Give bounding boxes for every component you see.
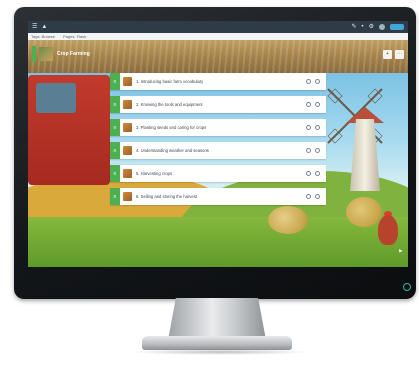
edit-icon[interactable]: ✎	[351, 24, 356, 30]
lesson-actions	[306, 125, 326, 130]
course-status-strip	[32, 46, 36, 62]
more-button[interactable]: ⋯	[395, 49, 404, 59]
lesson-thumb-icon	[123, 146, 132, 155]
drag-handle-icon[interactable]: ≡	[110, 188, 120, 205]
lesson-title[interactable]: 5. Harvesting crops	[136, 171, 172, 176]
course-header: Crop Farming + ⋯	[32, 46, 404, 62]
settings-icon[interactable]: ⚙	[369, 24, 374, 30]
list-item[interactable]: ≡ 5. Harvesting crops	[110, 165, 326, 182]
lesson-thumb-icon	[123, 123, 132, 132]
view-icon[interactable]	[306, 148, 311, 153]
lesson-actions	[306, 171, 326, 176]
add-button[interactable]: +	[383, 49, 392, 59]
home-icon[interactable]: ▲	[41, 24, 47, 30]
drag-handle-icon[interactable]: ≡	[110, 96, 120, 113]
list-item[interactable]: ≡ 2. Knowing the tools and equipment	[110, 96, 326, 113]
drag-handle-icon[interactable]: ≡	[110, 165, 120, 182]
lesson-title[interactable]: 6. Selling and storing the harvest	[136, 194, 197, 199]
lesson-thumb-icon	[123, 192, 132, 201]
course-title: Crop Farming	[57, 51, 90, 57]
menu-icon[interactable]: ☰	[32, 24, 37, 30]
drag-handle-icon[interactable]: ≡	[110, 73, 120, 90]
list-item[interactable]: ≡ 1. Introducing basic farm vocabulary	[110, 73, 326, 90]
grass-field	[28, 217, 408, 267]
view-icon[interactable]	[306, 79, 311, 84]
course-thumbnail	[39, 47, 53, 61]
lesson-actions	[306, 79, 326, 84]
view-icon[interactable]	[306, 102, 311, 107]
lesson-title[interactable]: 1. Introducing basic farm vocabulary	[136, 79, 203, 84]
subbar-item[interactable]: Tags: Browse	[31, 34, 55, 39]
breadcrumb-bar: Tags: Browse Pages: Flash	[28, 33, 408, 40]
bell-icon[interactable]: •	[362, 24, 364, 30]
more-icon[interactable]	[315, 102, 320, 107]
monitor-stand	[168, 298, 266, 340]
subbar-item[interactable]: Pages: Flash	[63, 34, 86, 39]
lesson-title[interactable]: 2. Knowing the tools and equipment	[136, 102, 203, 107]
more-icon[interactable]	[315, 79, 320, 84]
lesson-thumb-icon	[123, 169, 132, 178]
course-header-actions: + ⋯	[383, 49, 404, 59]
view-icon[interactable]	[306, 171, 311, 176]
lesson-list: ≡ 1. Introducing basic farm vocabulary ≡…	[110, 73, 326, 211]
lesson-thumb-icon	[123, 77, 132, 86]
app-topbar: ☰ ▲ ✎ • ⚙	[28, 21, 408, 33]
monitor-scene: ☰ ▲ ✎ • ⚙ Tags: Browse Pages: Flash Crop…	[0, 0, 419, 367]
list-item[interactable]: ≡ 6. Selling and storing the harvest	[110, 188, 326, 205]
more-icon[interactable]	[315, 171, 320, 176]
list-item[interactable]: ≡ 3. Planting seeds and caring for crops	[110, 119, 326, 136]
lesson-thumb-icon	[123, 100, 132, 109]
lesson-title[interactable]: 3. Planting seeds and caring for crops	[136, 125, 206, 130]
drag-handle-icon[interactable]: ≡	[110, 119, 120, 136]
flag-icon[interactable]: ⚑	[398, 249, 402, 255]
screen: ☰ ▲ ✎ • ⚙ Tags: Browse Pages: Flash Crop…	[28, 21, 408, 267]
lesson-actions	[306, 102, 326, 107]
more-icon[interactable]	[315, 194, 320, 199]
harvester-illustration	[28, 75, 110, 185]
view-icon[interactable]	[306, 125, 311, 130]
lesson-actions	[306, 194, 326, 199]
drag-handle-icon[interactable]: ≡	[110, 142, 120, 159]
lesson-title[interactable]: 4. Understanding weather and seasons	[136, 148, 209, 153]
monitor-shadow	[130, 349, 310, 355]
power-icon[interactable]	[403, 283, 411, 291]
view-icon[interactable]	[306, 194, 311, 199]
list-item[interactable]: ≡ 4. Understanding weather and seasons	[110, 142, 326, 159]
more-icon[interactable]	[315, 148, 320, 153]
lesson-actions	[306, 148, 326, 153]
rooster-illustration	[378, 215, 398, 245]
more-icon[interactable]	[315, 125, 320, 130]
harvester-window	[36, 83, 76, 113]
monitor-base	[142, 336, 292, 350]
avatar[interactable]	[379, 24, 385, 30]
brand-logo	[390, 24, 404, 30]
hay-bale	[346, 197, 382, 227]
